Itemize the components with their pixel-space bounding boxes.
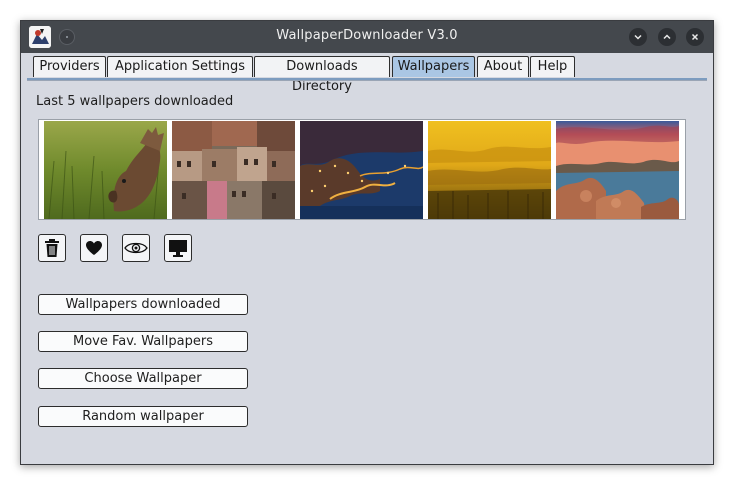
tab-help[interactable]: Help [530, 56, 575, 77]
favorite-wallpaper-button[interactable] [80, 234, 108, 262]
maximize-button[interactable] [658, 28, 676, 46]
random-wallpaper-button[interactable]: Random wallpaper [38, 406, 248, 427]
window-title: WallpaperDownloader V3.0 [276, 28, 458, 43]
set-wallpaper-button[interactable] [164, 234, 192, 262]
tab-underline [27, 78, 707, 81]
monitor-icon [169, 240, 187, 257]
chevron-up-icon [663, 34, 671, 40]
tab-providers[interactable]: Providers [33, 56, 106, 77]
tab-about[interactable]: About [477, 56, 529, 77]
close-button[interactable] [686, 28, 704, 46]
wallpaper-thumbnail-lake[interactable] [556, 121, 679, 219]
delete-wallpaper-button[interactable] [38, 234, 66, 262]
preview-wallpaper-button[interactable] [122, 234, 150, 262]
heart-icon [86, 241, 102, 255]
title-bar: WallpaperDownloader V3.0 [21, 21, 713, 53]
eye-icon [124, 242, 148, 254]
minimize-button[interactable] [629, 28, 647, 46]
wallpaper-thumbnail-forest[interactable] [428, 121, 551, 219]
choose-wallpaper-button[interactable]: Choose Wallpaper [38, 368, 248, 389]
wallpaper-thumbnail-coast[interactable] [300, 121, 423, 219]
close-icon [691, 33, 699, 41]
trash-icon [45, 239, 59, 257]
tab-wallpapers[interactable]: Wallpapers [392, 56, 475, 77]
wallpapers-downloaded-button[interactable]: Wallpapers downloaded [38, 294, 248, 315]
app-window: WallpaperDownloader V3.0 Providers Appli… [20, 20, 714, 465]
wallpaper-thumbnail-town[interactable] [172, 121, 295, 219]
wallpaper-thumbnail-strip [38, 119, 686, 220]
section-label: Last 5 wallpapers downloaded [36, 94, 234, 109]
move-fav-wallpapers-button[interactable]: Move Fav. Wallpapers [38, 331, 248, 352]
wallpaper-thumbnail-bird[interactable] [44, 121, 167, 219]
chevron-down-icon [634, 34, 642, 40]
tab-downloads-directory[interactable]: Downloads Directory [254, 56, 390, 94]
tab-application-settings[interactable]: Application Settings [107, 56, 253, 77]
